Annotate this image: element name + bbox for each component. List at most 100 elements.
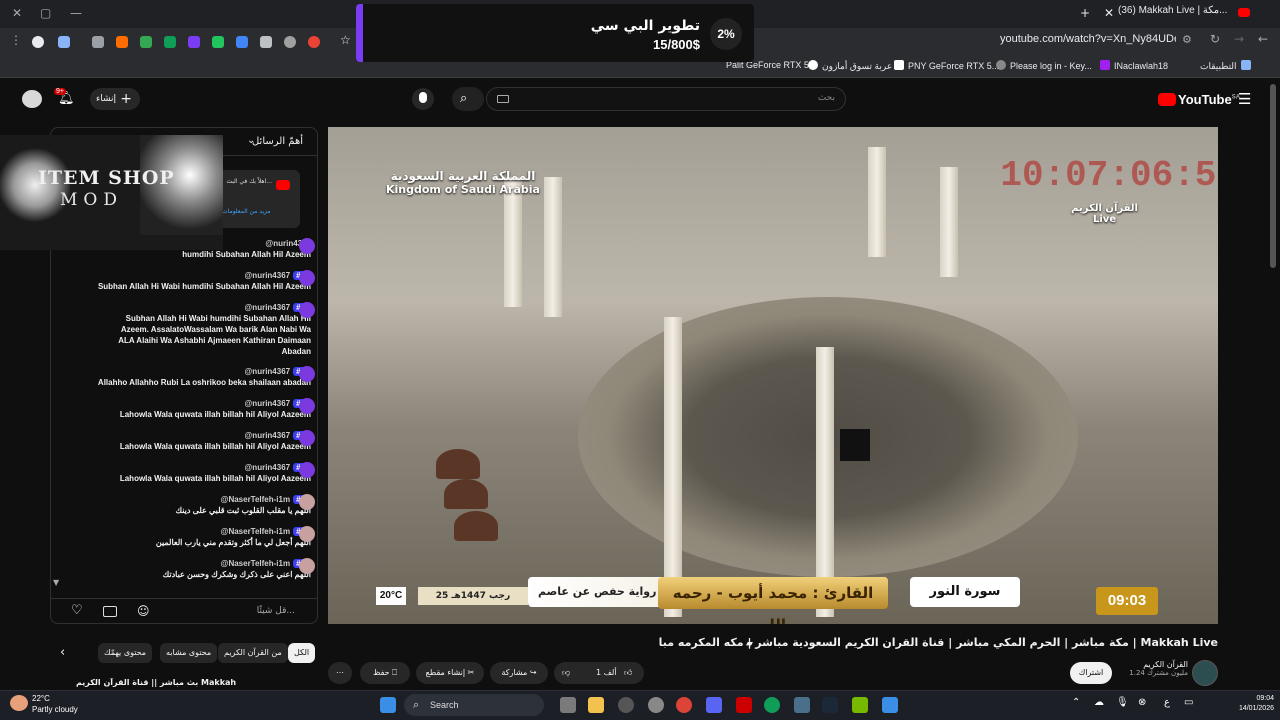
pinned-message[interactable]: اهلاً بك في البث... مزيد من المعلومات [218,170,300,228]
reload-icon[interactable]: ↻ [1210,32,1220,46]
taskbar-app-icon[interactable] [618,697,634,713]
share-button[interactable]: مشاركة ↪ [490,662,548,684]
video-player[interactable]: المملكة العربية السعودية Kingdom of Saud… [328,127,1218,624]
user-avatar[interactable] [299,494,315,510]
bookmark-item[interactable]: Palit GeForce RTX 5... [726,60,816,74]
save-button[interactable]: حفظ ⎕ [360,662,410,684]
clock[interactable]: 09:04 14/01/2026 [1204,694,1274,714]
user-avatar[interactable] [299,270,315,286]
chrome-icon[interactable] [676,697,692,713]
discord-icon[interactable] [706,697,722,713]
bookmark-item[interactable]: عربة تسوق أمازون [808,60,892,74]
extension-icon[interactable] [140,36,152,48]
heart-icon[interactable]: ♡ [71,603,83,618]
extension-icon[interactable] [92,36,104,48]
super-chat-icon[interactable] [103,606,117,617]
bookmark-item[interactable]: INaclawlah18 [1100,60,1168,74]
youtube-logo[interactable]: YouTubeSA [1178,92,1240,107]
dome [444,479,488,509]
extension-icon[interactable] [308,36,320,48]
minimize-window-icon[interactable]: — [70,6,82,20]
cloud-icon[interactable]: ☁ [1094,697,1104,708]
like-icon[interactable]: 👍︎ [624,662,632,684]
maximize-window-icon[interactable]: ▢ [40,6,51,20]
channel-info[interactable]: القرآن الكريم 1.24 مليون مشترك [1128,660,1188,677]
more-actions-button[interactable]: ⋯ [328,662,352,684]
extension-icon[interactable] [236,36,248,48]
task-view-icon[interactable] [560,697,576,713]
user-avatar[interactable] [299,238,315,254]
windows-start-icon[interactable] [380,697,396,713]
user-avatar[interactable] [299,526,315,542]
dislike-icon[interactable]: 👎︎ [562,662,570,684]
weather-widget[interactable]: 22°C Partly cloudy [32,693,78,715]
user-avatar[interactable] [299,430,315,446]
chevron-down-icon[interactable]: ⌄ [247,135,255,146]
menu-dots-icon[interactable]: ⋮ [10,33,22,47]
page-scrollbar[interactable] [1270,84,1276,268]
user-avatar[interactable] [299,462,315,478]
steam-icon[interactable] [822,697,838,713]
language-indicator[interactable]: ع [1164,697,1170,708]
voice-search-button[interactable] [412,88,434,110]
file-explorer-icon[interactable] [588,697,604,713]
keyboard-icon[interactable] [497,95,509,103]
chrome-icon[interactable] [764,697,780,713]
new-tab-icon[interactable]: + [1080,6,1090,20]
settings-icon[interactable] [648,697,664,713]
item-shop-overlay: ITEM SHOP MOD [0,135,223,250]
bookmark-star-icon[interactable]: ☆ [340,33,351,47]
tab-close-icon[interactable]: ✕ [1104,6,1114,20]
search-button[interactable]: ⌕ [452,87,484,111]
chat-input[interactable]: قل شيئًا... ☺ ♡ [51,598,317,623]
chevron-left-icon[interactable]: ‹ [60,645,65,660]
channel-avatar[interactable] [1192,660,1218,686]
close-window-icon[interactable]: ✕ [12,6,22,20]
taskbar-search[interactable]: ⌕ Search [404,694,544,716]
vpn-icon[interactable]: ⊗ [1138,697,1146,708]
extension-icon[interactable] [188,36,200,48]
taskbar-app-icon[interactable] [736,697,752,713]
extension-icon[interactable] [58,36,70,48]
taskbar-app-icon[interactable] [882,697,898,713]
back-icon[interactable]: ← [1258,32,1268,46]
chat-message: @nurin4367#3 Subhan Allah Hi Wabi humdih… [55,270,315,292]
extension-icon[interactable] [116,36,128,48]
microphone-icon[interactable]: 🎙︎ [1116,697,1129,708]
speaker-icon[interactable] [260,36,272,48]
bookmark-item[interactable]: PNY GeForce RTX 5... [894,60,999,74]
site-settings-icon[interactable]: ⚙ [1182,33,1192,46]
emoji-icon[interactable]: ☺ [137,604,150,618]
create-button[interactable]: إنشاء + [90,88,140,110]
user-avatar[interactable] [299,558,315,574]
network-icon[interactable]: ▭ [1184,697,1193,708]
weather-icon[interactable] [10,695,28,711]
extension-icon[interactable] [164,36,176,48]
chip-all[interactable]: الكل [288,643,316,663]
extension-icon[interactable] [212,36,224,48]
address-bar[interactable]: youtube.com/watch?v=Xn_Ny84UDeg [1000,33,1176,51]
clip-button[interactable]: إنشاء مقطع ✂ [416,662,484,684]
next-video-title[interactable]: بث مباشر || قناة القرآن الكريم Makkah [76,678,316,690]
subscribe-button[interactable]: اشتراك [1070,662,1112,684]
search-input[interactable]: بحث [486,87,846,111]
user-avatar[interactable] [299,398,315,414]
chevron-up-icon[interactable]: ⌃ [1072,697,1080,708]
user-avatar[interactable] [299,366,315,382]
chip-similar[interactable]: محتوى مشابه [160,643,218,663]
extension-icon[interactable] [284,36,296,48]
video-title: مكة مباشر | الحرم المكي مباشر | قناة الق… [658,636,1218,649]
youtube-logo-icon[interactable] [1158,93,1176,106]
taskbar-app-icon[interactable] [794,697,810,713]
chip-for-you[interactable]: محتوى يهمّك [98,643,153,663]
nvidia-icon[interactable] [852,697,868,713]
tab-makkah-live[interactable]: (36) Makkah Live | مكة... [1118,5,1238,23]
forward-icon[interactable]: → [1234,32,1244,46]
profile-icon[interactable] [32,36,44,48]
bookmark-item[interactable]: التطبيقات [1200,60,1251,74]
user-avatar[interactable] [299,302,315,318]
account-avatar[interactable] [22,90,42,108]
bookmark-item[interactable]: Please log in - Key... [996,60,1092,74]
scroll-down-icon[interactable]: ▼ [53,578,59,587]
chip-from-channel[interactable]: من القرآن الكريم [218,643,288,663]
